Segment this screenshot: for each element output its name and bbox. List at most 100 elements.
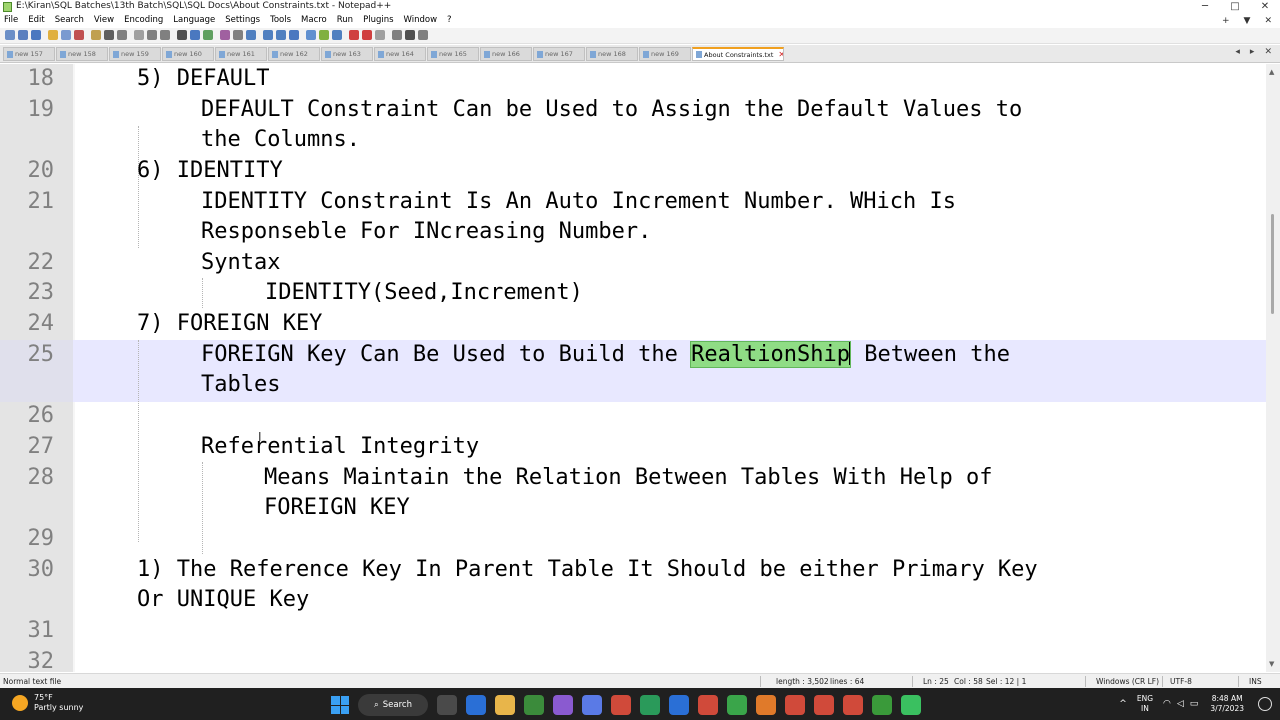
- toolbar-button-icon[interactable]: [405, 30, 415, 40]
- tab-new-163[interactable]: new 163: [321, 47, 373, 61]
- tab-scroll-left-icon[interactable]: ◂: [1235, 47, 1240, 57]
- tab-close-icon[interactable]: ✕: [778, 50, 783, 59]
- taskbar-app-icon[interactable]: [669, 695, 689, 715]
- toolbar-button-icon[interactable]: [276, 30, 286, 40]
- toolbar-button-icon[interactable]: [61, 30, 71, 40]
- tab-list-button[interactable]: ▼: [1244, 14, 1251, 28]
- tab-new-167[interactable]: new 167: [533, 47, 585, 61]
- toolbar-button-icon[interactable]: [74, 30, 84, 40]
- toolbar-button-icon[interactable]: [117, 30, 127, 40]
- toolbar-button-icon[interactable]: [349, 30, 359, 40]
- taskbar-app-icon[interactable]: [785, 695, 805, 715]
- toolbar-button-icon[interactable]: [246, 30, 256, 40]
- taskbar-app-icon[interactable]: [582, 695, 602, 715]
- tab-new-157[interactable]: new 157: [3, 47, 55, 61]
- taskbar-app-icon[interactable]: [466, 695, 486, 715]
- tab-new-165[interactable]: new 165: [427, 47, 479, 61]
- toolbar-button-icon[interactable]: [147, 30, 157, 40]
- menu-encoding[interactable]: Encoding: [124, 15, 163, 25]
- menu-tools[interactable]: Tools: [270, 15, 291, 25]
- weather-widget[interactable]: 75°F Partly sunny: [12, 693, 83, 713]
- tab-new-158[interactable]: new 158: [56, 47, 108, 61]
- tab-new-166[interactable]: new 166: [480, 47, 532, 61]
- taskbar-app-icon[interactable]: [901, 695, 921, 715]
- toolbar-button-icon[interactable]: [203, 30, 213, 40]
- taskbar-app-icon[interactable]: [814, 695, 834, 715]
- toolbar-button-icon[interactable]: [18, 30, 28, 40]
- toolbar-button-icon[interactable]: [190, 30, 200, 40]
- taskbar-app-icon[interactable]: [698, 695, 718, 715]
- menu-plugins[interactable]: Plugins: [363, 15, 393, 25]
- menu-search[interactable]: Search: [55, 15, 84, 25]
- menu-window[interactable]: Window: [404, 15, 438, 25]
- toolbar-button-icon[interactable]: [375, 30, 385, 40]
- toolbar-button-icon[interactable]: [306, 30, 316, 40]
- taskbar-app-icon[interactable]: [437, 695, 457, 715]
- tray-overflow-icon[interactable]: ^: [1119, 699, 1127, 709]
- toolbar-button-icon[interactable]: [418, 30, 428, 40]
- toolbar-button-icon[interactable]: [263, 30, 273, 40]
- scroll-thumb[interactable]: [1271, 214, 1274, 314]
- taskbar-app-icon[interactable]: [495, 695, 515, 715]
- toolbar-button-icon[interactable]: [48, 30, 58, 40]
- close-doc-button[interactable]: ✕: [1264, 14, 1272, 28]
- toolbar-button-icon[interactable]: [134, 30, 144, 40]
- toolbar-button-icon[interactable]: [160, 30, 170, 40]
- menu-macro[interactable]: Macro: [301, 15, 327, 25]
- taskbar-app-icon[interactable]: [756, 695, 776, 715]
- taskbar-app-icon[interactable]: [553, 695, 573, 715]
- tab-new-168[interactable]: new 168: [586, 47, 638, 61]
- menu-view[interactable]: View: [94, 15, 114, 25]
- close-button[interactable]: ✕: [1250, 0, 1280, 14]
- tab-new-169[interactable]: new 169: [639, 47, 691, 61]
- toolbar-button-icon[interactable]: [289, 30, 299, 40]
- toolbar-button-icon[interactable]: [319, 30, 329, 40]
- toolbar-button-icon[interactable]: [392, 30, 402, 40]
- language-indicator[interactable]: ENG IN: [1137, 694, 1153, 714]
- taskbar-app-icon[interactable]: [611, 695, 631, 715]
- vertical-scrollbar[interactable]: ▲ ▼: [1266, 64, 1280, 672]
- menu-help[interactable]: ?: [447, 15, 452, 25]
- menu-language[interactable]: Language: [173, 15, 215, 25]
- tab-new-160[interactable]: new 160: [162, 47, 214, 61]
- tab-new-159[interactable]: new 159: [109, 47, 161, 61]
- toolbar-button-icon[interactable]: [177, 30, 187, 40]
- menu-settings[interactable]: Settings: [225, 15, 260, 25]
- toolbar-button-icon[interactable]: [31, 30, 41, 40]
- taskbar-app-icon[interactable]: [727, 695, 747, 715]
- toolbar-button-icon[interactable]: [233, 30, 243, 40]
- taskbar-app-icon[interactable]: [843, 695, 863, 715]
- toolbar-button-icon[interactable]: [5, 30, 15, 40]
- editor[interactable]: 18 19 20 21 22 23 24 25 26 27 28 29 30 3…: [0, 64, 1280, 672]
- tab-new-164[interactable]: new 164: [374, 47, 426, 61]
- taskbar-app-icon[interactable]: [872, 695, 892, 715]
- minimize-button[interactable]: ─: [1190, 0, 1220, 14]
- notification-icon[interactable]: [1258, 697, 1272, 711]
- new-tab-button[interactable]: +: [1222, 14, 1230, 28]
- menu-file[interactable]: File: [4, 15, 18, 25]
- taskbar-search-box[interactable]: ⌕ Search: [358, 694, 428, 716]
- toolbar-button-icon[interactable]: [332, 30, 342, 40]
- taskbar-app-icon[interactable]: [524, 695, 544, 715]
- wifi-icon[interactable]: ◠: [1163, 699, 1171, 709]
- tab-about-constraints[interactable]: About Constraints.txt ✕: [692, 47, 784, 61]
- toolbar-button-icon[interactable]: [220, 30, 230, 40]
- maximize-button[interactable]: □: [1220, 0, 1250, 14]
- toolbar-button-icon[interactable]: [91, 30, 101, 40]
- scroll-up-icon[interactable]: ▲: [1269, 68, 1274, 76]
- menu-edit[interactable]: Edit: [28, 15, 44, 25]
- scroll-down-icon[interactable]: ▼: [1269, 660, 1274, 668]
- start-button-icon[interactable]: [331, 696, 349, 714]
- menu-run[interactable]: Run: [337, 15, 353, 25]
- file-icon: [219, 50, 225, 58]
- tab-new-161[interactable]: new 161: [215, 47, 267, 61]
- toolbar-button-icon[interactable]: [104, 30, 114, 40]
- battery-icon[interactable]: ▭: [1190, 699, 1199, 709]
- tab-close-all-icon[interactable]: ✕: [1264, 47, 1272, 57]
- toolbar-button-icon[interactable]: [362, 30, 372, 40]
- taskbar-app-icon[interactable]: [640, 695, 660, 715]
- volume-icon[interactable]: ◁: [1177, 699, 1184, 709]
- tab-new-162[interactable]: new 162: [268, 47, 320, 61]
- clock[interactable]: 8:48 AM 3/7/2023: [1210, 694, 1244, 714]
- tab-scroll-right-icon[interactable]: ▸: [1250, 47, 1255, 57]
